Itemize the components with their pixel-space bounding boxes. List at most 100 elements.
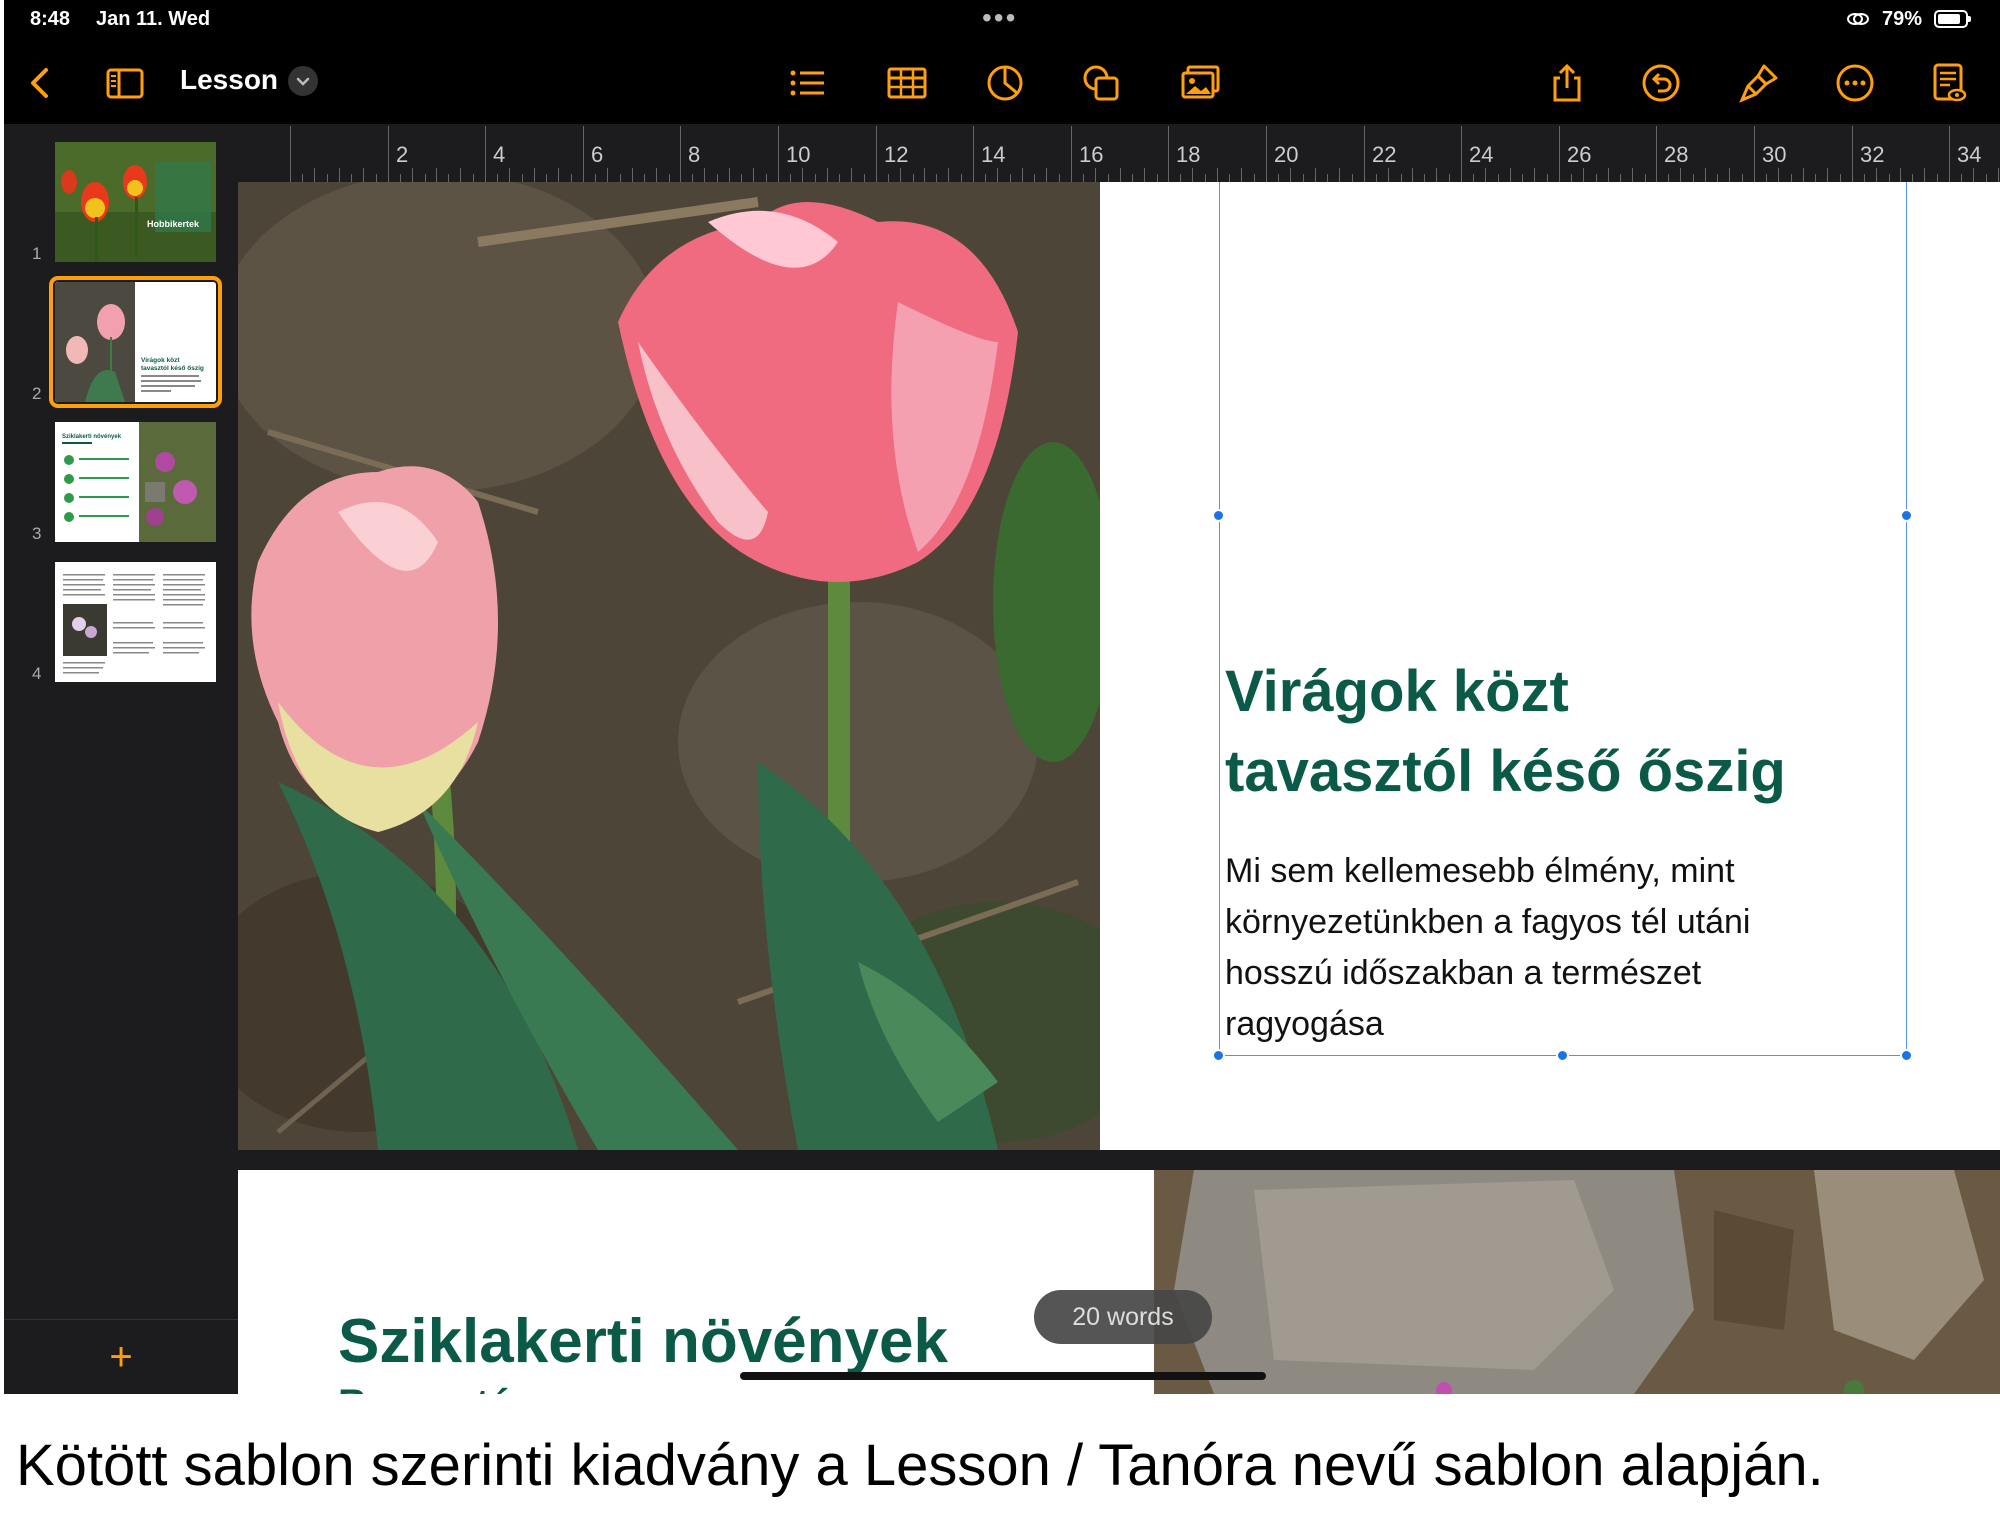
ruler-tick <box>436 168 437 182</box>
ruler-tick <box>704 168 705 182</box>
thumbnail-title: Sziklakerti növények <box>62 434 122 440</box>
status-bar: 8:48 Jan 11. Wed ••• 79% <box>4 0 2000 40</box>
sidebar-icon[interactable] <box>102 60 148 106</box>
ruler-tick <box>1290 168 1291 182</box>
tulip-image[interactable] <box>238 182 1100 1150</box>
ruler-tick <box>1217 168 1218 182</box>
ruler-tick <box>1949 126 1950 182</box>
ruler-tick <box>1071 126 1072 182</box>
ruler-tick <box>1973 168 1974 182</box>
document-view-icon[interactable] <box>1926 60 1972 106</box>
ruler-label: 2 <box>396 142 409 167</box>
ruler-tick <box>766 174 767 182</box>
ruler-tick <box>1485 168 1486 182</box>
ruler-tick <box>1632 168 1633 182</box>
ruler-tick <box>1717 174 1718 182</box>
ruler-tick <box>1656 126 1657 182</box>
resize-handle-bottom-left[interactable] <box>1212 1049 1225 1062</box>
chevron-down-icon[interactable] <box>288 66 318 96</box>
ruler-tick <box>1986 174 1987 182</box>
back-chevron-icon[interactable] <box>18 60 64 106</box>
ruler-tick <box>1912 174 1913 182</box>
home-indicator[interactable] <box>740 1372 1266 1380</box>
ruler-tick <box>1120 168 1121 182</box>
undo-icon[interactable] <box>1638 60 1684 106</box>
ruler-tick <box>851 168 852 182</box>
share-icon[interactable] <box>1544 60 1590 106</box>
ruler-label: 8 <box>688 142 701 167</box>
table-icon[interactable] <box>884 60 930 106</box>
ruler-label: 32 <box>1860 142 1885 167</box>
ruler-tick <box>1083 174 1084 182</box>
ruler-tick <box>888 174 889 182</box>
thumbnail-number: 2 <box>32 384 42 403</box>
ruler-tick <box>497 174 498 182</box>
ruler-tick <box>864 174 865 182</box>
ruler-tick <box>1742 174 1743 182</box>
body-line: hosszú időszakban a természet <box>1225 954 1702 992</box>
media-icon[interactable] <box>1178 60 1224 106</box>
page-thumbnail-4[interactable] <box>55 562 216 682</box>
body-text[interactable]: Mi sem kellemesebb élmény, mint környeze… <box>1225 846 1875 1050</box>
document-title[interactable]: Lesson <box>180 64 278 96</box>
resize-handle-bottom[interactable] <box>1556 1049 1569 1062</box>
shape-icon[interactable] <box>1078 60 1124 106</box>
page-heading[interactable]: Sziklakerti növények <box>338 1306 948 1377</box>
ruler-tick <box>839 174 840 182</box>
heading-line: Virágok közt <box>1225 659 1569 724</box>
ruler-tick <box>778 126 779 182</box>
link-icon <box>1847 13 1869 25</box>
ruler-label: 14 <box>981 142 1006 167</box>
ruler-tick <box>1412 168 1413 182</box>
ruler-tick <box>1095 168 1096 182</box>
ruler-tick <box>1046 168 1047 182</box>
ruler-tick <box>595 174 596 182</box>
ruler-tick <box>1803 168 1804 182</box>
ruler-tick <box>534 168 535 182</box>
list-icon[interactable] <box>784 60 830 106</box>
ruler-tick <box>1693 174 1694 182</box>
ruler-tick <box>1815 174 1816 182</box>
tulips-photo: Hobbikertek <box>55 142 216 262</box>
ruler-tick <box>1840 174 1841 182</box>
ruler-tick <box>546 174 547 182</box>
page-subheading[interactable]: Bevezetés <box>338 1382 538 1394</box>
ruler-tick <box>425 174 426 182</box>
ruler-tick <box>1278 174 1279 182</box>
ruler-tick <box>558 168 559 182</box>
add-page-button[interactable]: + <box>4 1319 238 1394</box>
format-brush-icon[interactable] <box>1736 60 1782 106</box>
page-preview: Virágok közt tavasztól késő őszig <box>55 282 216 402</box>
ruler-tick <box>1498 174 1499 182</box>
heading-line: tavasztól késő őszig <box>1225 739 1786 804</box>
ipad-screen: 8:48 Jan 11. Wed ••• 79% Lesson Hobbiker… <box>4 0 2000 1394</box>
ruler-tick <box>314 168 315 182</box>
horizontal-ruler[interactable]: 2 4 6 8 10 12 14 16 18 20 22 24 26 28 30 32 34 <box>238 124 2000 182</box>
thumbnail-number: 1 <box>32 244 42 263</box>
ruler-tick <box>1559 126 1560 182</box>
ruler-label: 22 <box>1372 142 1397 167</box>
resize-handle-left[interactable] <box>1212 509 1225 522</box>
multitasking-dots-icon[interactable]: ••• <box>982 2 1017 34</box>
chart-icon[interactable] <box>982 60 1028 106</box>
page-heading[interactable]: Virágok közt tavasztól késő őszig <box>1225 652 1905 812</box>
body-line: Mi sem kellemesebb élmény, mint <box>1225 852 1735 890</box>
page-thumbnail-3[interactable]: Sziklakerti növények <box>55 422 216 542</box>
more-icon[interactable] <box>1832 60 1878 106</box>
ruler-tick <box>485 126 486 182</box>
resize-handle-right[interactable] <box>1900 509 1913 522</box>
page-thumbnail-2[interactable]: Virágok közt tavasztól késő őszig <box>49 276 222 408</box>
ruler-tick <box>1401 174 1402 182</box>
ruler-tick <box>913 174 914 182</box>
resize-handle-bottom-right[interactable] <box>1900 1049 1913 1062</box>
rock-garden-image[interactable] <box>1154 1170 2000 1394</box>
ruler-label: 30 <box>1762 142 1787 167</box>
ruler-tick <box>460 168 461 182</box>
ruler-tick <box>1705 168 1706 182</box>
document-page-1[interactable]: Virágok közt tavasztól késő őszig Mi sem… <box>238 182 2000 1150</box>
ruler-tick <box>900 168 901 182</box>
ruler-tick <box>656 168 657 182</box>
ruler-tick <box>1645 174 1646 182</box>
document-page-2[interactable]: Sziklakerti növények Bevezetés <box>238 1170 2000 1394</box>
page-thumbnail-1[interactable]: Hobbikertek <box>55 142 216 262</box>
